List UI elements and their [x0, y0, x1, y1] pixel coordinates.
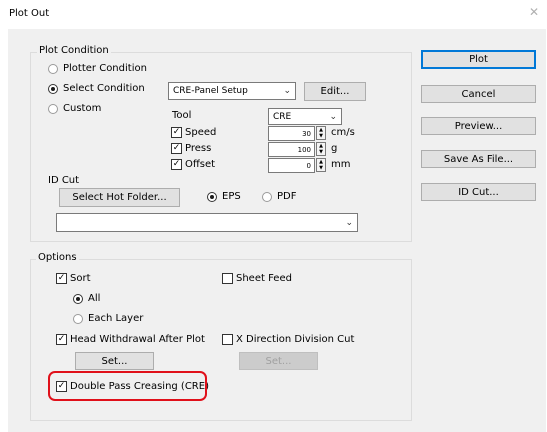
speed-checkbox[interactable]: ✓ — [171, 127, 182, 138]
pdf-radio[interactable] — [262, 192, 272, 202]
x-direction-label[interactable]: X Direction Division Cut — [236, 334, 354, 345]
sort-all-label[interactable]: All — [88, 293, 100, 304]
tool-dropdown[interactable]: CRE ⌄ — [268, 108, 342, 125]
eps-radio[interactable] — [207, 192, 217, 202]
sort-each-layer-radio[interactable] — [73, 314, 83, 324]
pdf-label[interactable]: PDF — [277, 191, 296, 202]
plot-button[interactable]: Plot — [421, 50, 536, 69]
sheet-feed-label[interactable]: Sheet Feed — [236, 273, 292, 284]
hot-folder-dropdown[interactable]: ⌄ — [56, 213, 358, 232]
condition-dropdown-value: CRE-Panel Setup — [173, 86, 248, 96]
tool-dropdown-value: CRE — [273, 112, 292, 122]
id-cut-label: ID Cut — [48, 175, 80, 186]
tool-label: Tool — [172, 110, 192, 121]
speed-input[interactable]: 30 — [268, 126, 315, 141]
eps-label[interactable]: EPS — [222, 191, 241, 202]
select-condition-label[interactable]: Select Condition — [63, 83, 145, 94]
custom-radio[interactable] — [48, 104, 58, 114]
options-group-label: Options — [36, 252, 79, 263]
plotter-condition-label[interactable]: Plotter Condition — [63, 63, 147, 74]
head-withdrawal-checkbox[interactable]: ✓ — [56, 334, 67, 345]
speed-label: Speed — [185, 127, 217, 138]
chevron-down-icon: ⌄ — [345, 218, 353, 228]
plotter-condition-radio[interactable] — [48, 64, 58, 74]
sort-all-radio[interactable] — [73, 294, 83, 304]
speed-unit: cm/s — [331, 127, 355, 138]
press-input[interactable]: 100 — [268, 142, 315, 157]
offset-label: Offset — [185, 159, 216, 170]
offset-checkbox[interactable]: ✓ — [171, 159, 182, 170]
press-checkbox[interactable]: ✓ — [171, 143, 182, 154]
window-title: Plot Out — [9, 8, 50, 19]
double-pass-highlight — [48, 371, 207, 401]
sort-each-layer-label[interactable]: Each Layer — [88, 313, 143, 324]
custom-label[interactable]: Custom — [63, 103, 101, 114]
id-cut-button[interactable]: ID Cut... — [421, 183, 536, 201]
chevron-down-icon: ⌄ — [329, 112, 337, 122]
sort-checkbox[interactable]: ✓ — [56, 273, 67, 284]
chevron-down-icon: ⌄ — [283, 86, 291, 96]
sort-label[interactable]: Sort — [70, 273, 91, 284]
plot-condition-group-label: Plot Condition — [37, 45, 111, 56]
x-direction-checkbox[interactable] — [222, 334, 233, 345]
offset-input[interactable]: 0 — [268, 158, 315, 173]
offset-unit: mm — [331, 159, 351, 170]
x-direction-set-button[interactable]: Set... — [239, 352, 318, 370]
press-label: Press — [185, 143, 212, 154]
head-withdrawal-label[interactable]: Head Withdrawal After Plot — [70, 334, 205, 345]
select-hot-folder-button[interactable]: Select Hot Folder... — [59, 188, 180, 207]
speed-stepper[interactable]: ▲ ▼ — [316, 126, 326, 140]
preview-button[interactable]: Preview... — [421, 117, 536, 135]
head-withdrawal-set-button[interactable]: Set... — [75, 352, 154, 370]
press-unit: g — [331, 143, 338, 154]
condition-dropdown[interactable]: CRE-Panel Setup ⌄ — [168, 82, 296, 100]
edit-button[interactable]: Edit... — [304, 82, 366, 101]
press-stepper[interactable]: ▲ ▼ — [316, 142, 326, 156]
select-condition-radio[interactable] — [48, 84, 58, 94]
sheet-feed-checkbox[interactable] — [222, 273, 233, 284]
save-as-file-button[interactable]: Save As File... — [421, 150, 536, 168]
close-icon[interactable]: ✕ — [529, 5, 539, 19]
offset-stepper[interactable]: ▲ ▼ — [316, 158, 326, 172]
cancel-button[interactable]: Cancel — [421, 85, 536, 103]
